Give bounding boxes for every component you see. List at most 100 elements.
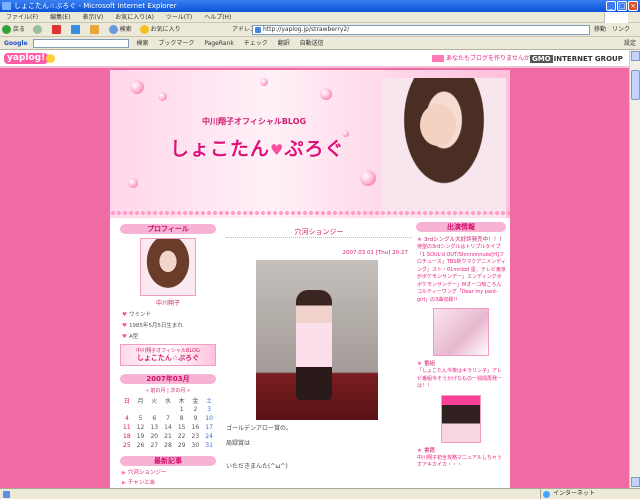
appearance-item: ★ 書籍 中川翔子初全攻略マニュアルしちゃうすアキカイカ・・・	[416, 447, 506, 470]
window-controls: _ □ ×	[606, 1, 638, 11]
calendar-day[interactable]: 4	[120, 414, 134, 423]
back-button[interactable]: 戻る	[2, 23, 25, 37]
calendar-day[interactable]: 30	[189, 441, 203, 450]
calendar-day[interactable]: 28	[161, 441, 175, 450]
calendar-day[interactable]: 16	[189, 423, 203, 432]
scroll-thumb[interactable]	[631, 70, 640, 100]
web-page: yaplog! あなたもブログを作りませんか GMO INTERNET GROUP…	[0, 50, 629, 488]
menu-favorites[interactable]: お気に入り(A)	[115, 14, 154, 21]
scroll-down-button[interactable]	[631, 477, 640, 487]
dot-divider	[110, 210, 510, 216]
calendar-day[interactable]: 31	[202, 441, 216, 450]
translate-button[interactable]: 翻訳	[278, 40, 290, 47]
go-button[interactable]: 移動	[594, 25, 606, 35]
minimize-button[interactable]: _	[606, 1, 616, 11]
weekday-mon: 月	[137, 398, 144, 405]
weekday-sun: 日	[123, 398, 130, 405]
blog-title[interactable]: しょこたん♥ぷろぐ	[170, 134, 344, 161]
calendar-day[interactable]: 8	[175, 414, 189, 423]
calendar-day[interactable]: 13	[147, 423, 161, 432]
profile-link[interactable]: ウミンド	[120, 310, 216, 318]
bookmarks-button[interactable]: ブックマーク	[158, 40, 194, 47]
calendar-day[interactable]: 12	[134, 423, 148, 432]
calendar-day[interactable]: 11	[120, 423, 134, 432]
calendar-day[interactable]: 26	[134, 441, 148, 450]
calendar-day[interactable]: 18	[120, 432, 134, 441]
calendar-day[interactable]: 14	[161, 423, 175, 432]
entry-title[interactable]: 穴河ションジー	[226, 226, 412, 238]
autofill-button[interactable]: 自動送信	[300, 40, 324, 47]
calendar-grid: 日 月 火 水 木 金 土 123 4 5 6 7 8 9 10 11 12 1…	[120, 396, 216, 450]
yaplog-logo[interactable]: yaplog!	[4, 53, 49, 64]
appearance-title[interactable]: 番組	[424, 361, 435, 367]
pearl-decoration	[320, 88, 332, 100]
entry-photo[interactable]	[256, 260, 378, 420]
maximize-button[interactable]: □	[617, 1, 627, 11]
window-title: しょこたん☆ぶろぐ - Microsoft Internet Explorer	[14, 2, 177, 10]
calendar-day[interactable]: 1	[175, 405, 189, 414]
calendar-day	[120, 405, 134, 414]
create-blog-link[interactable]: あなたもブログを作りませんか	[432, 54, 530, 63]
header-portrait-image	[382, 78, 506, 218]
calendar-day[interactable]: 5	[134, 414, 148, 423]
google-settings-button[interactable]: 設定	[624, 37, 636, 50]
close-button[interactable]: ×	[628, 1, 638, 11]
pagerank-indicator: PageRank	[204, 40, 234, 47]
calendar-day[interactable]: 15	[175, 423, 189, 432]
spellcheck-button[interactable]: チェック	[244, 40, 268, 47]
address-bar[interactable]: http://yaplog.jp/strawberry2/	[252, 25, 590, 35]
home-button[interactable]	[89, 23, 101, 37]
star-bullet-icon: ★	[417, 361, 422, 367]
calendar-day[interactable]: 2	[189, 405, 203, 414]
calendar-day[interactable]: 24	[202, 432, 216, 441]
blog-banner[interactable]: 中川翔子オフィシャルBLOG しょこたん☆ぶろぐ	[120, 344, 216, 366]
recent-post-link[interactable]: 穴河ションジー	[120, 468, 216, 476]
calendar-day[interactable]: 17	[202, 423, 216, 432]
calendar-day[interactable]: 20	[147, 432, 161, 441]
blog-title-part2: ぷろぐ	[284, 138, 345, 160]
links-button[interactable]: リンク	[612, 23, 630, 37]
profile-name[interactable]: 中川翔子	[120, 298, 216, 307]
calendar-day[interactable]: 27	[147, 441, 161, 450]
banner-title: しょこたん☆ぶろぐ	[136, 354, 200, 362]
calendar-day[interactable]: 7	[161, 414, 175, 423]
calendar-day[interactable]: 29	[175, 441, 189, 450]
calendar-day[interactable]: 25	[120, 441, 134, 450]
menu-file[interactable]: ファイル(F)	[6, 14, 38, 21]
calendar-day[interactable]: 6	[147, 414, 161, 423]
cd-cover-image[interactable]	[433, 308, 489, 356]
menu-edit[interactable]: 編集(E)	[50, 14, 70, 21]
google-search-button[interactable]: 検索	[136, 40, 148, 47]
recent-post-link[interactable]: チャンとあ	[120, 478, 216, 486]
main-column: 穴河ションジー 2007.03.01 [Thu] 20:27 ゴールデンアロー賞…	[226, 218, 412, 488]
calendar-day[interactable]: 10	[202, 414, 216, 423]
back-arrow-icon	[2, 25, 11, 34]
blog-title-part1: しょこたん	[170, 138, 271, 160]
menu-help[interactable]: ヘルプ(H)	[204, 14, 231, 21]
calendar-nav[interactable]: « 前の月 | 次の月 »	[120, 387, 216, 394]
entry-line: ゴールデンアロー賞の。	[226, 425, 293, 432]
appearance-title[interactable]: 3rdシングル大好評発売中！！！	[424, 237, 505, 243]
calendar-day[interactable]: 23	[189, 432, 203, 441]
calendar-day[interactable]: 21	[161, 432, 175, 441]
refresh-button[interactable]	[70, 23, 82, 37]
gmo-text: INTERNET GROUP	[553, 55, 623, 63]
forward-button[interactable]	[32, 23, 44, 37]
scroll-up-button[interactable]	[631, 51, 640, 61]
gmo-logo[interactable]: GMO INTERNET GROUP	[530, 54, 623, 64]
vertical-scrollbar[interactable]	[629, 50, 640, 488]
favorites-button[interactable]: お気に入り	[139, 23, 181, 37]
calendar-day[interactable]: 19	[134, 432, 148, 441]
pearl-decoration	[158, 92, 167, 101]
menu-tools[interactable]: ツール(T)	[166, 14, 192, 21]
stop-button[interactable]	[51, 23, 63, 37]
calendar-day[interactable]: 3	[202, 405, 216, 414]
calendar-day[interactable]: 22	[175, 432, 189, 441]
appearance-title[interactable]: 書籍	[424, 448, 435, 454]
calendar-day[interactable]: 9	[189, 414, 203, 423]
search-button[interactable]: 検索	[108, 23, 132, 37]
navigation-toolbar: 戻る 検索 お気に入り アドレス(D) http://yaplog.jp/str…	[0, 23, 640, 37]
menu-view[interactable]: 表示(V)	[82, 14, 103, 21]
google-search-input[interactable]	[32, 39, 129, 48]
book-cover-image[interactable]	[441, 394, 481, 443]
